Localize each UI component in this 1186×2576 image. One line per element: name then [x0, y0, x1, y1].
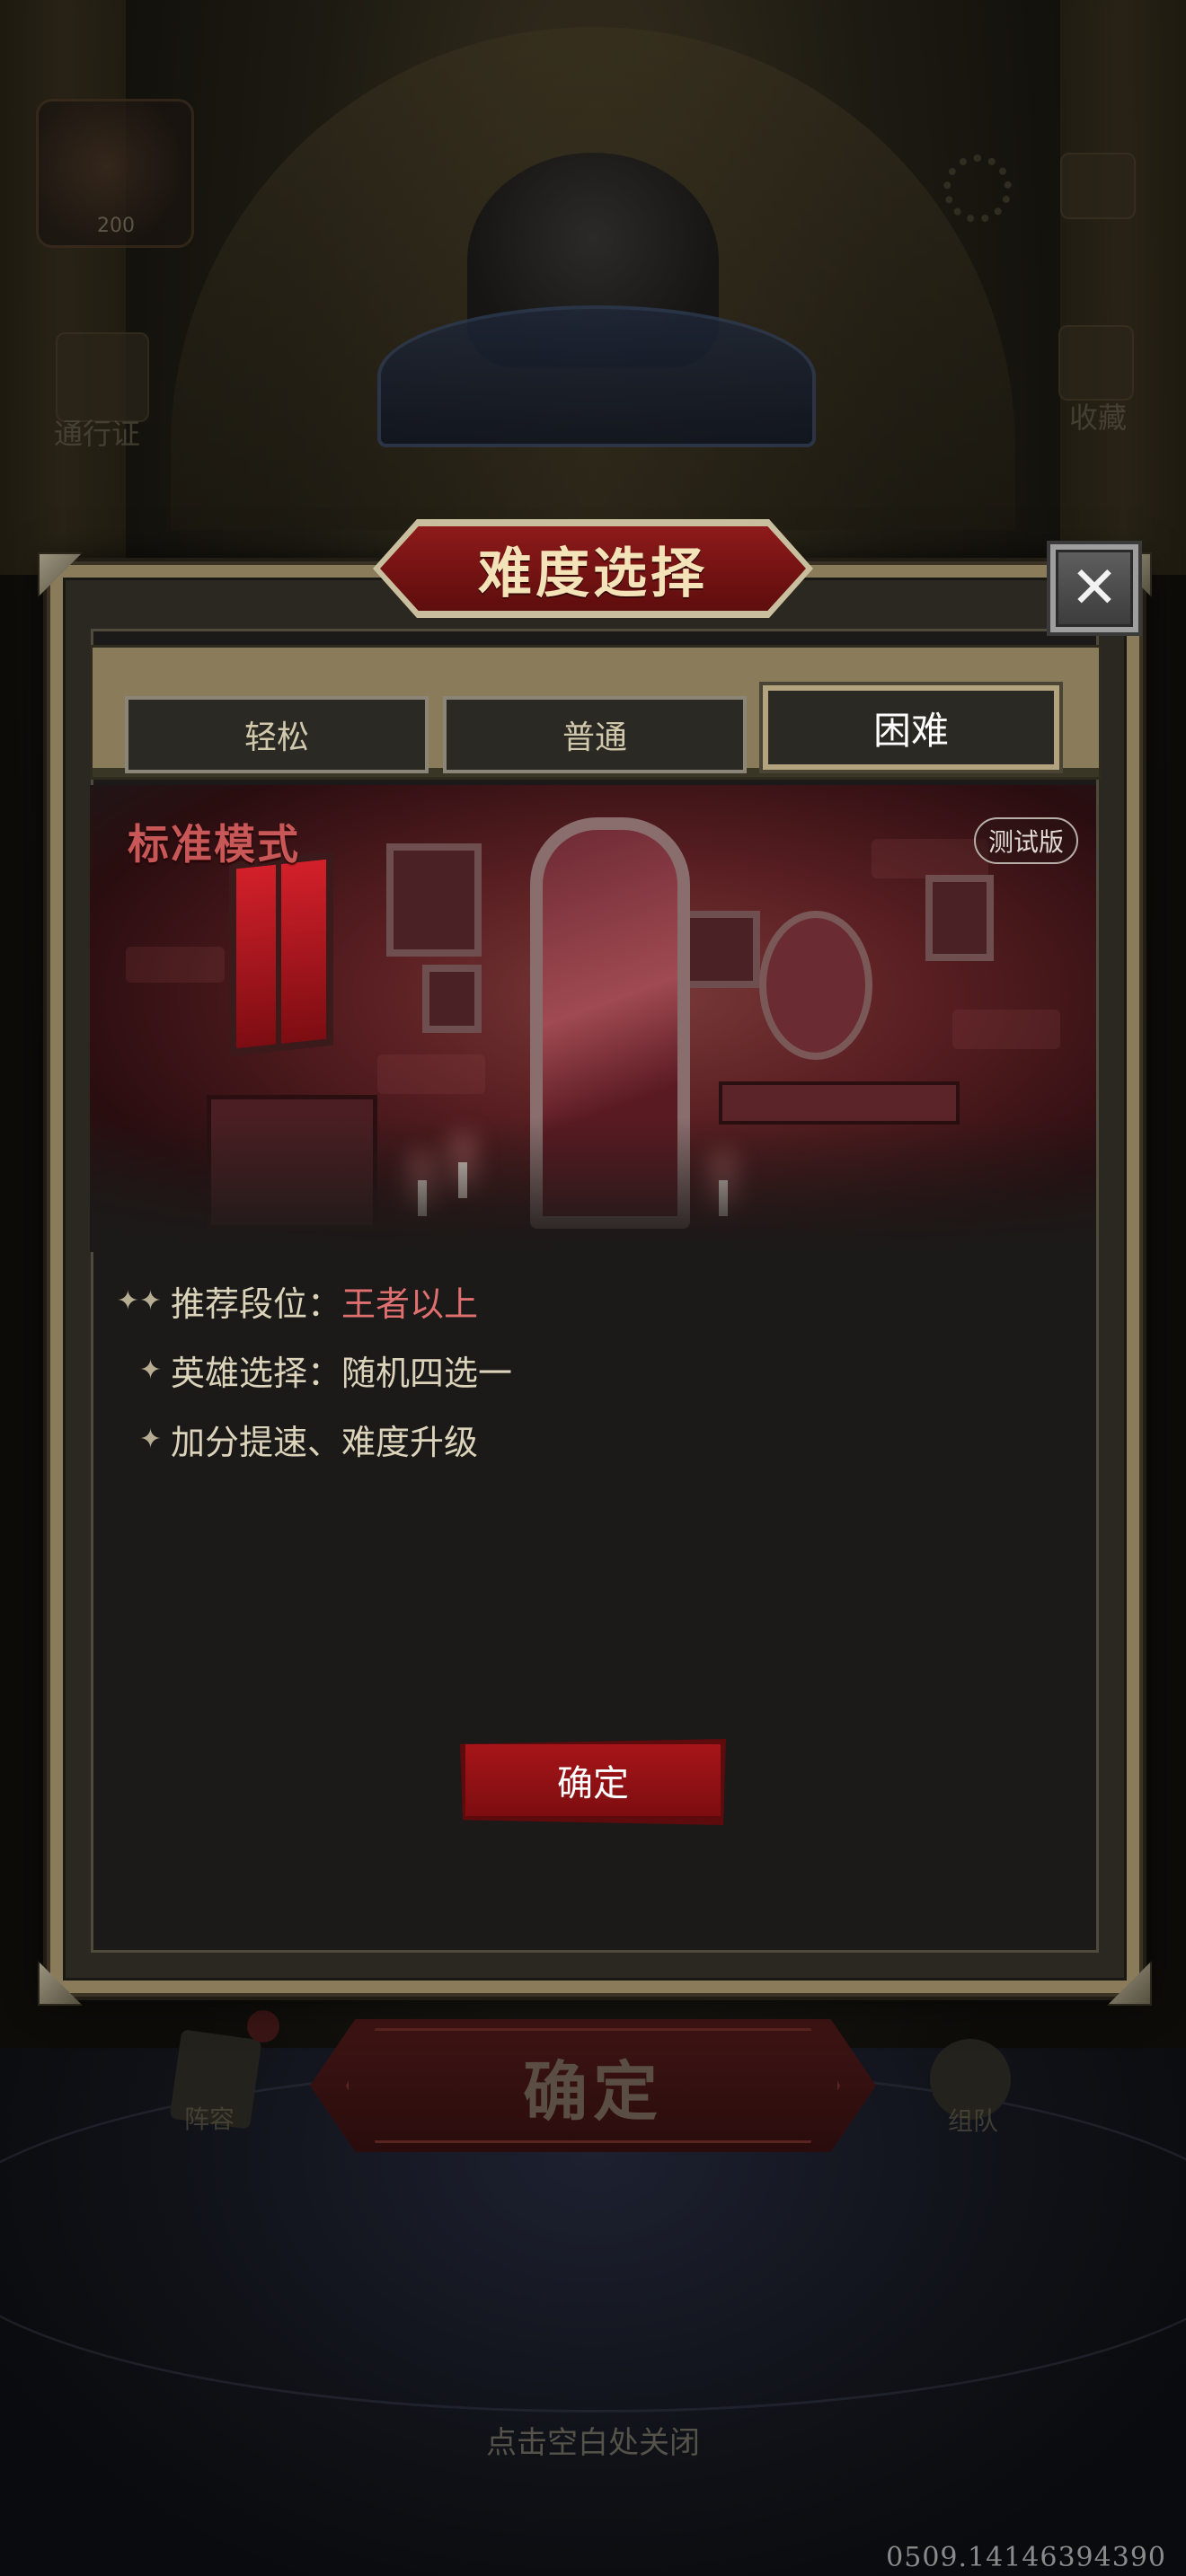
collect-label: 收藏 [1069, 401, 1128, 435]
gear-icon[interactable] [943, 154, 1012, 223]
info-prefix: 加分提速、难度升级 [171, 1422, 479, 1462]
pass-label: 通行证 [54, 417, 141, 451]
portrait-frame [386, 843, 482, 957]
dialog-title: 难度选择 [478, 542, 708, 605]
tab-hard[interactable]: 困难 [759, 682, 1063, 773]
info-line-bonus: ✦ 加分提速、难度升级 [108, 1414, 1078, 1464]
main-confirm-label: 确定 [522, 2052, 663, 2130]
mode-info: ✦✦ 推荐段位： 王者以上 ✦ 英雄选择： 随机四选一 ✦ 加分提速、难度升级 [108, 1275, 1078, 1483]
beta-badge: 测试版 [973, 817, 1078, 864]
brick [377, 1054, 485, 1094]
close-button[interactable]: ✕ [1047, 541, 1142, 636]
pass-icon[interactable] [56, 332, 149, 422]
close-hint: 点击空白处关闭 [486, 2425, 700, 2461]
brick [952, 1010, 1060, 1049]
pillar [0, 0, 126, 575]
team-label: 组队 [948, 2106, 999, 2136]
crest-banner [377, 305, 816, 447]
notification-dot [247, 2010, 279, 2042]
mode-banner: 标准模式 测试版 [90, 785, 1096, 1252]
info-line-rank: ✦✦ 推荐段位： 王者以上 [108, 1275, 1078, 1326]
close-icon: ✕ [1056, 550, 1133, 627]
avatar-level: 200 [97, 215, 135, 237]
mode-title: 标准模式 [128, 820, 300, 869]
brick [126, 947, 225, 983]
mail-icon[interactable] [1060, 153, 1136, 219]
brick [872, 839, 988, 878]
portrait-frame [422, 965, 482, 1033]
red-window [229, 851, 333, 1057]
version-label: 0509.14146394390 [886, 2542, 1166, 2573]
info-value-highlight: 王者以上 [341, 1284, 479, 1324]
collect-icon[interactable] [1058, 325, 1134, 401]
star-icon: ✦ [138, 1423, 162, 1455]
info-prefix: 推荐段位： [171, 1284, 342, 1324]
pillar [1060, 0, 1186, 575]
banner-fade [90, 1117, 1096, 1252]
oval-mirror [759, 911, 872, 1060]
game-screen: 200 通行证 收藏 阵容 确定 组队 点击空白处关闭 0509.1414639… [0, 0, 1186, 2576]
confirm-button[interactable]: 确定 [460, 1739, 726, 1825]
confirm-label: 确定 [465, 1744, 721, 1816]
tab-label: 困难 [872, 708, 949, 753]
dialog-title-plaque: 难度选择 [373, 519, 813, 618]
tab-label: 轻松 [243, 719, 309, 756]
difficulty-tabs: 轻松 普通 困难 [90, 645, 1102, 780]
star-icon: ✦✦ [116, 1284, 162, 1317]
tab-normal[interactable]: 普通 [443, 696, 747, 773]
info-line-hero: ✦ 英雄选择： 随机四选一 [108, 1345, 1078, 1395]
info-prefix: 英雄选择： [171, 1353, 342, 1393]
main-confirm-button[interactable]: 确定 [310, 2019, 876, 2152]
tab-easy[interactable]: 轻松 [125, 696, 429, 773]
info-value: 随机四选一 [341, 1353, 513, 1393]
portrait-frame [925, 875, 994, 961]
lineup-label: 阵容 [184, 2104, 235, 2134]
star-icon: ✦ [138, 1354, 162, 1386]
tab-hard-inner: 困难 [768, 691, 1054, 764]
avatar[interactable]: 200 [36, 99, 194, 248]
tab-label: 普通 [562, 719, 627, 756]
title-plaque-inner: 难度选择 [380, 526, 806, 611]
